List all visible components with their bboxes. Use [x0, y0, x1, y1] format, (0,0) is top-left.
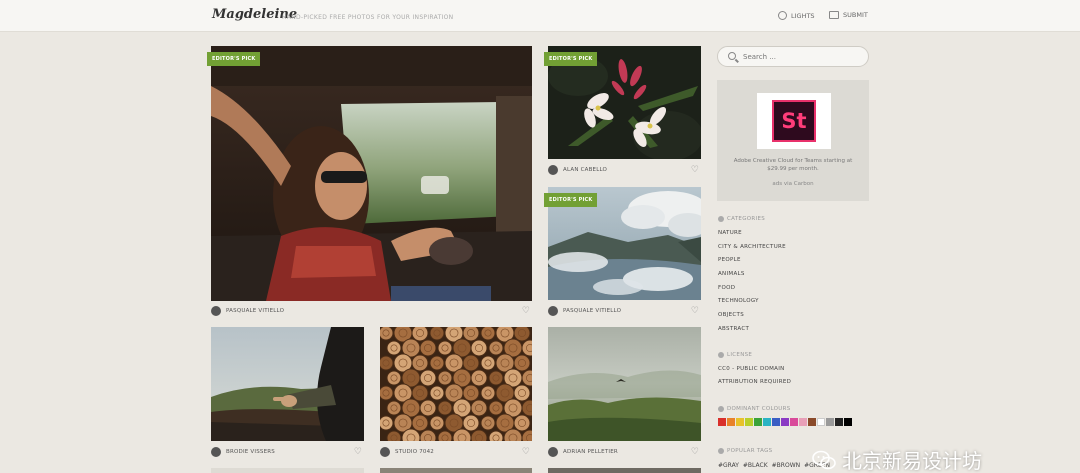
license-link[interactable]: ATTRIBUTION REQUIRED [718, 379, 791, 385]
photo-image[interactable] [380, 327, 532, 441]
heart-icon[interactable]: ♡ [691, 165, 699, 175]
colour-swatch[interactable] [754, 418, 762, 426]
adobe-stock-logo: St [772, 100, 816, 142]
heart-icon[interactable]: ♡ [691, 447, 699, 457]
category-link[interactable]: FOOD [718, 285, 735, 291]
tag-link[interactable]: #BLACK [743, 462, 768, 469]
upload-icon [829, 11, 839, 19]
avatar[interactable] [548, 165, 558, 175]
photo-card[interactable]: STUDIO 7042 ♡ [380, 327, 532, 459]
colour-swatch[interactable] [844, 418, 852, 426]
colour-swatch[interactable] [817, 418, 825, 426]
photo-image[interactable] [548, 327, 701, 441]
tag-icon [718, 448, 724, 454]
avatar[interactable] [211, 447, 221, 457]
photo-card[interactable]: EDITOR'S PICK PASQUALE VITIELLO ♡ [207, 46, 532, 318]
colour-swatch[interactable] [808, 418, 816, 426]
avatar[interactable] [380, 447, 390, 457]
category-link[interactable]: ABSTRACT [718, 326, 749, 332]
ad-text[interactable]: Adobe Creative Cloud for Teams starting … [725, 157, 861, 173]
photo-card[interactable]: EDITOR'S PICK ALAN CABELLO ♡ [544, 46, 701, 178]
photo-image[interactable] [380, 468, 532, 473]
photo-meta: ALAN CABELLO ♡ [548, 164, 701, 176]
top-bar: Magdeleine HAND-PICKED FREE PHOTOS FOR Y… [0, 0, 1080, 32]
photo-card[interactable]: ADRIAN PELLETIER ♡ [548, 327, 701, 459]
colour-swatch[interactable] [790, 418, 798, 426]
photo-meta: ADRIAN PELLETIER ♡ [548, 446, 701, 458]
photo-card[interactable]: BRODIE VISSERS ♡ [211, 327, 364, 459]
category-link[interactable]: TECHNOLOGY [718, 298, 759, 304]
carbon-ad[interactable]: St Adobe Creative Cloud for Teams starti… [717, 80, 869, 201]
submit-link[interactable]: SUBMIT [829, 11, 868, 19]
photo-image[interactable] [211, 468, 364, 473]
photo-image[interactable] [548, 468, 701, 473]
photo-card[interactable]: EDITOR'S PICK PASQUALE VITIELLO ♡ [544, 187, 701, 318]
heart-icon[interactable]: ♡ [354, 447, 362, 457]
category-link[interactable]: ANIMALS [718, 271, 745, 277]
photo-meta: PASQUALE VITIELLO ♡ [211, 305, 532, 317]
colours-heading: DOMINANT COLOURS [718, 406, 791, 412]
search-box[interactable] [717, 46, 869, 67]
categories-heading: CATEGORIES [718, 216, 765, 222]
tags-heading: POPULAR TAGS [718, 448, 772, 454]
author-name[interactable]: ADRIAN PELLETIER [563, 449, 618, 455]
editors-pick-badge: EDITOR'S PICK [207, 52, 261, 66]
tag-link[interactable]: #GRAY [718, 462, 739, 469]
photo-image[interactable] [211, 46, 532, 301]
editors-pick-badge: EDITOR'S PICK [544, 193, 598, 207]
colour-swatch[interactable] [745, 418, 753, 426]
editors-pick-badge: EDITOR'S PICK [544, 52, 598, 66]
lightbulb-icon [778, 11, 787, 20]
colour-swatch[interactable] [718, 418, 726, 426]
heart-icon[interactable]: ♡ [522, 447, 530, 457]
tag-link[interactable]: #BROWN [772, 462, 800, 469]
colour-swatch[interactable] [763, 418, 771, 426]
lights-toggle[interactable]: LIGHTS [778, 11, 815, 20]
ad-via[interactable]: ads via Carbon [717, 181, 869, 187]
lights-label: LIGHTS [791, 11, 815, 20]
photo-image[interactable] [211, 327, 364, 441]
colour-swatch[interactable] [727, 418, 735, 426]
category-link[interactable]: CITY & ARCHITECTURE [718, 244, 786, 250]
colour-swatch[interactable] [736, 418, 744, 426]
watermark: 北京新易设计坊 [812, 445, 982, 473]
watermark-text: 北京新易设计坊 [842, 449, 982, 473]
ad-logo[interactable]: St [757, 93, 831, 149]
author-name[interactable]: PASQUALE VITIELLO [563, 308, 621, 314]
heart-icon[interactable]: ♡ [522, 306, 530, 316]
license-heading: LICENSE [718, 352, 752, 358]
colour-swatch[interactable] [835, 418, 843, 426]
search-input[interactable] [743, 51, 858, 63]
avatar[interactable] [211, 306, 221, 316]
photo-meta: PASQUALE VITIELLO ♡ [548, 305, 701, 317]
category-link[interactable]: NATURE [718, 230, 742, 236]
wechat-icon [812, 450, 836, 470]
colour-swatches [718, 418, 852, 426]
colour-swatch[interactable] [772, 418, 780, 426]
photo-meta: STUDIO 7042 ♡ [380, 446, 532, 458]
avatar[interactable] [548, 447, 558, 457]
colour-swatch[interactable] [826, 418, 834, 426]
tag-icon [718, 216, 724, 222]
drop-icon [718, 406, 724, 412]
author-name[interactable]: STUDIO 7042 [395, 449, 434, 455]
license-icon [718, 352, 724, 358]
search-icon [728, 52, 736, 60]
license-link[interactable]: CC0 - PUBLIC DOMAIN [718, 366, 785, 372]
author-name[interactable]: BRODIE VISSERS [226, 449, 275, 455]
heart-icon[interactable]: ♡ [691, 306, 699, 316]
avatar[interactable] [548, 306, 558, 316]
site-tagline: HAND-PICKED FREE PHOTOS FOR YOUR INSPIRA… [282, 14, 454, 21]
category-link[interactable]: OBJECTS [718, 312, 744, 318]
author-name[interactable]: ALAN CABELLO [563, 167, 607, 173]
category-link[interactable]: PEOPLE [718, 257, 741, 263]
author-name[interactable]: PASQUALE VITIELLO [226, 308, 284, 314]
photo-meta: BRODIE VISSERS ♡ [211, 446, 364, 458]
submit-label: SUBMIT [843, 11, 868, 19]
colour-swatch[interactable] [781, 418, 789, 426]
colour-swatch[interactable] [799, 418, 807, 426]
